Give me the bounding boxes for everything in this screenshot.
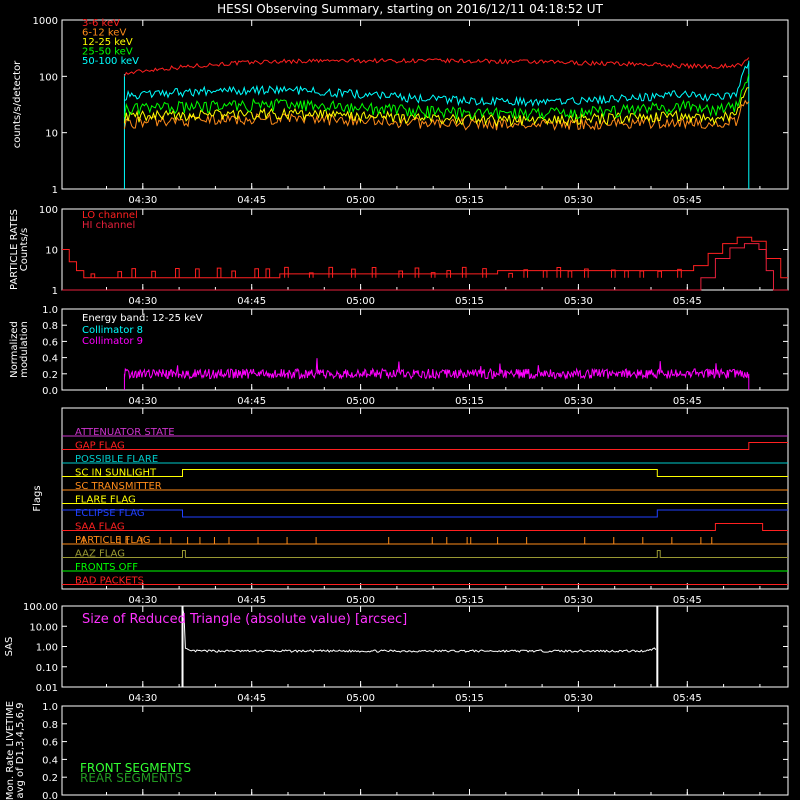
flag-label: SC IN SUNLIGHT bbox=[75, 468, 157, 479]
time-tick-label: 05:15 bbox=[455, 693, 484, 704]
y-axis-label: Flags bbox=[32, 485, 43, 511]
time-tick-label: 05:00 bbox=[346, 195, 375, 206]
flag-label: PARTICLE FLAG bbox=[75, 535, 151, 546]
flag-label: POSSIBLE FLARE bbox=[75, 454, 158, 465]
y-tick-label: 100.00 bbox=[23, 602, 58, 613]
time-tick-label: 04:30 bbox=[128, 396, 157, 407]
y-tick-label: 0.0 bbox=[42, 791, 58, 800]
y-tick-label: 10 bbox=[45, 246, 58, 257]
y-tick-label: 0.6 bbox=[42, 738, 58, 749]
time-tick-label: 05:30 bbox=[564, 595, 593, 606]
energy-band-label: Energy band: 12-25 keV bbox=[82, 313, 203, 324]
figure-title: HESSI Observing Summary, starting on 201… bbox=[217, 2, 603, 16]
y-tick-label: 0.4 bbox=[42, 354, 58, 365]
flag-label: SC TRANSMITTER bbox=[75, 481, 162, 492]
time-tick-label: 04:30 bbox=[128, 595, 157, 606]
time-tick-label: 04:45 bbox=[237, 195, 266, 206]
time-tick-label: 05:15 bbox=[455, 396, 484, 407]
y-tick-label: 100 bbox=[39, 205, 58, 216]
y-tick-label: 0.10 bbox=[36, 663, 58, 674]
y-tick-label: 0.0 bbox=[42, 386, 58, 397]
observing-summary-figure: HESSI Observing Summary, starting on 201… bbox=[0, 0, 800, 800]
time-tick-label: 05:45 bbox=[673, 396, 702, 407]
legend-entry: Collimator 8 bbox=[82, 325, 143, 336]
time-tick-label: 04:30 bbox=[128, 693, 157, 704]
time-tick-label: 05:15 bbox=[455, 195, 484, 206]
time-tick-label: 05:30 bbox=[564, 296, 593, 307]
time-tick-label: 05:00 bbox=[346, 693, 375, 704]
y-tick-label: 1.0 bbox=[42, 702, 58, 713]
time-tick-label: 05:45 bbox=[673, 693, 702, 704]
y-axis-label: modulation bbox=[19, 321, 30, 378]
y-tick-label: 0.2 bbox=[42, 773, 58, 784]
time-tick-label: 05:30 bbox=[564, 195, 593, 206]
time-tick-label: 05:15 bbox=[455, 296, 484, 307]
time-tick-label: 04:45 bbox=[237, 396, 266, 407]
y-tick-label: 100 bbox=[39, 72, 58, 83]
y-tick-label: 1.00 bbox=[36, 643, 58, 654]
y-axis-label: avg of D1,3,4,5,6,9 bbox=[15, 702, 26, 798]
y-axis-label: counts/s/detector bbox=[12, 60, 23, 148]
y-tick-label: 0.01 bbox=[36, 683, 58, 694]
flag-label: BAD PACKETS bbox=[75, 576, 144, 587]
y-axis-label: SAS bbox=[4, 637, 15, 657]
time-tick-label: 05:00 bbox=[346, 296, 375, 307]
flag-label: SAA FLAG bbox=[75, 522, 125, 533]
y-tick-label: 10.00 bbox=[29, 622, 58, 633]
flag-label: ATTENUATOR STATE bbox=[75, 427, 175, 438]
y-tick-label: 1000 bbox=[33, 16, 58, 27]
legend-entry: REAR SEGMENTS bbox=[80, 771, 183, 785]
y-tick-label: 0.4 bbox=[42, 755, 58, 766]
flag-label: FLARE FLAG bbox=[75, 495, 136, 506]
time-tick-label: 05:45 bbox=[673, 595, 702, 606]
time-tick-label: 04:45 bbox=[237, 693, 266, 704]
flag-label: GAP FLAG bbox=[75, 441, 125, 452]
time-tick-label: 05:00 bbox=[346, 396, 375, 407]
time-tick-label: 05:30 bbox=[564, 396, 593, 407]
legend-entry: 50-100 keV bbox=[82, 56, 139, 67]
time-tick-label: 05:00 bbox=[346, 595, 375, 606]
time-tick-label: 05:45 bbox=[673, 195, 702, 206]
legend-entry: HI channel bbox=[82, 220, 135, 231]
time-tick-label: 04:30 bbox=[128, 296, 157, 307]
legend-entry: Collimator 9 bbox=[82, 336, 143, 347]
y-tick-label: 1.0 bbox=[42, 305, 58, 316]
y-tick-label: 0.2 bbox=[42, 370, 58, 381]
sas-annotation: Size of Reduced Triangle (absolute value… bbox=[82, 612, 407, 627]
y-tick-label: 0.8 bbox=[42, 321, 58, 332]
y-tick-label: 1 bbox=[52, 185, 58, 196]
flag-label: FRONTS OFF bbox=[75, 562, 138, 573]
time-tick-label: 04:45 bbox=[237, 296, 266, 307]
time-tick-label: 04:30 bbox=[128, 195, 157, 206]
time-tick-label: 04:45 bbox=[237, 595, 266, 606]
time-tick-label: 05:15 bbox=[455, 595, 484, 606]
flag-label: ECLIPSE FLAG bbox=[75, 508, 145, 519]
y-tick-label: 0.6 bbox=[42, 337, 58, 348]
y-tick-label: 0.8 bbox=[42, 720, 58, 731]
y-axis-label: Counts/s bbox=[19, 228, 30, 272]
time-tick-label: 05:30 bbox=[564, 693, 593, 704]
y-tick-label: 1 bbox=[52, 286, 58, 297]
flag-label: AAZ FLAG bbox=[75, 549, 125, 560]
time-tick-label: 05:45 bbox=[673, 296, 702, 307]
y-tick-label: 10 bbox=[45, 129, 58, 140]
